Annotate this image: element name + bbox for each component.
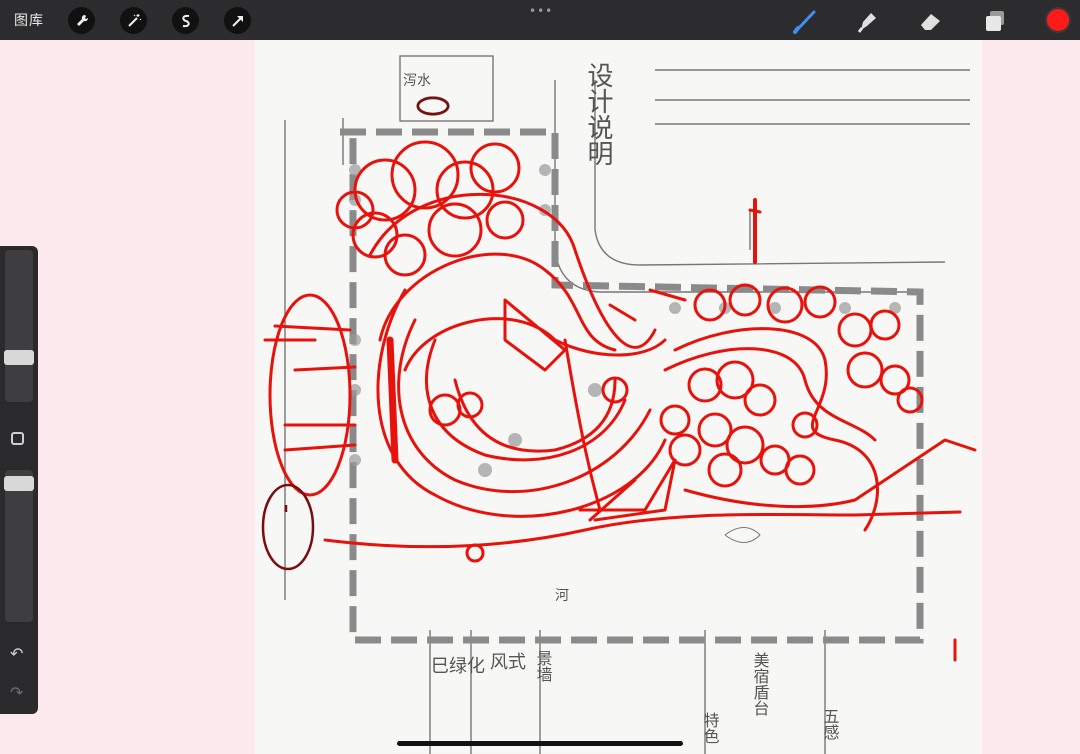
style-label: 风式 — [490, 652, 526, 673]
brush-size-knob[interactable] — [4, 350, 34, 365]
wrench-icon[interactable] — [68, 7, 95, 34]
feature-label: 特色 — [701, 712, 720, 744]
transform-arrow-icon[interactable] — [224, 7, 251, 34]
color-picker-button[interactable] — [1045, 7, 1071, 33]
river-label: 河 — [555, 588, 569, 604]
selection-icon[interactable] — [172, 7, 199, 34]
home-indicator — [397, 741, 683, 746]
undo-icon[interactable]: ↶ — [10, 644, 23, 663]
design-notes-title: 设计说明 — [583, 62, 613, 166]
sketch-drawing: 设计说明 泻水 河 巳绿化 风式 景墙 美宿盾台 特色 五感 — [261, 55, 977, 754]
view-label: 景墙 — [534, 650, 553, 682]
seat-label: 美宿盾台 — [751, 652, 770, 716]
top-toolbar: 图库 ••• — [0, 0, 1080, 40]
water-label: 泻水 — [403, 73, 431, 89]
brush-sidebar: ↶ ↷ — [0, 246, 38, 714]
brush-size-slider[interactable] — [4, 250, 34, 402]
opacity-knob[interactable] — [4, 476, 34, 491]
brush-icon[interactable] — [792, 7, 820, 35]
plant-label: 巳绿化 — [431, 656, 485, 677]
opacity-slider[interactable] — [4, 470, 34, 622]
magic-wand-icon[interactable] — [120, 7, 147, 34]
red-scribble-layer — [263, 140, 977, 662]
modify-square-button[interactable] — [11, 432, 24, 445]
smudge-icon[interactable] — [854, 7, 882, 35]
gallery-button[interactable]: 图库 — [14, 10, 44, 30]
more-dots[interactable]: ••• — [529, 4, 553, 18]
layers-icon[interactable] — [981, 7, 1009, 35]
five-senses-label: 五感 — [821, 708, 840, 740]
drawing-canvas[interactable]: 设计说明 泻水 河 巳绿化 风式 景墙 美宿盾台 特色 五感 — [255, 40, 982, 754]
redo-icon[interactable]: ↷ — [10, 683, 23, 702]
eraser-icon[interactable] — [917, 7, 945, 35]
